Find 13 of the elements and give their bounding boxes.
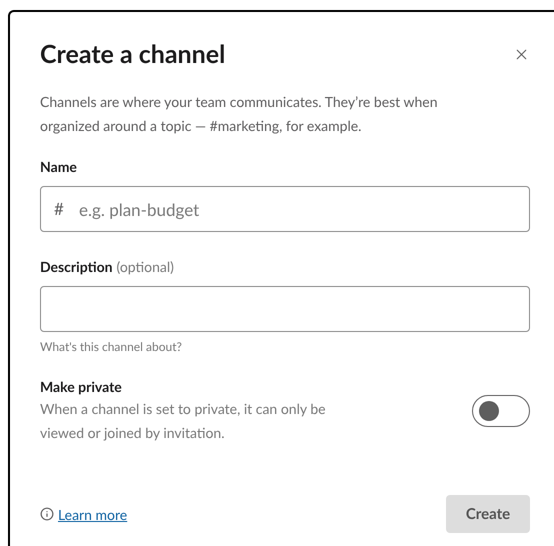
- optional-note: (optional): [116, 257, 174, 277]
- name-label: Name: [40, 157, 78, 177]
- private-label: Make private: [40, 377, 123, 397]
- description-label: Description: [40, 257, 113, 277]
- learn-more-link[interactable]: Learn more: [58, 504, 128, 524]
- intro-text: Channels are where your team communicates. They’re best when organized around a topic — #marketing, for example.: [40, 92, 439, 136]
- private-description: When a channel is set to private, it can only be viewed or joined by invitation.: [40, 399, 327, 443]
- hash-prefix: #: [54, 197, 64, 221]
- description-hint: What's this channel about?: [40, 338, 183, 356]
- dialog-title: Create a channel: [40, 38, 226, 71]
- private-toggle[interactable]: [472, 394, 530, 426]
- description-field[interactable]: [40, 286, 530, 332]
- info-icon: [40, 507, 54, 521]
